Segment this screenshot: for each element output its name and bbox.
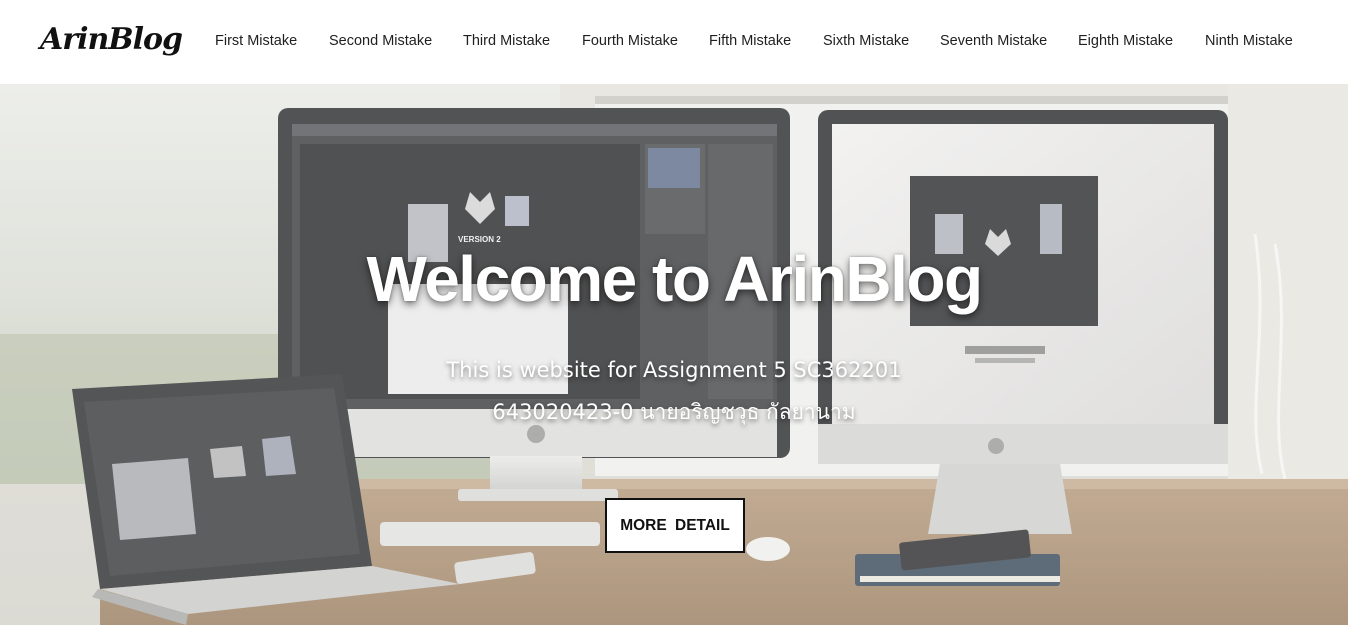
hero-section: VERSION 2 Welcome to ArinBlog This is we… xyxy=(0,84,1348,625)
hero-subtitle-line2: 643020423-0 นายอริญชวุธ กัลยานาม xyxy=(492,400,856,424)
nav-item-seventh-mistake[interactable]: Seventh Mistake xyxy=(940,33,1047,49)
nav-item-first-mistake[interactable]: First Mistake xyxy=(215,33,297,49)
main-nav: First Mistake Second Mistake Third Mista… xyxy=(0,33,1348,53)
nav-item-third-mistake[interactable]: Third Mistake xyxy=(463,33,550,49)
hero-title: Welcome to ArinBlog xyxy=(366,243,983,315)
more-detail-button[interactable]: MORE DETAIL xyxy=(605,498,745,553)
hero-subtitle-line1: This is website for Assignment 5 SC36220… xyxy=(446,358,902,382)
nav-item-ninth-mistake[interactable]: Ninth Mistake xyxy=(1205,33,1293,49)
nav-item-fifth-mistake[interactable]: Fifth Mistake xyxy=(709,33,791,49)
site-header: ArinBlog First Mistake Second Mistake Th… xyxy=(0,0,1348,84)
nav-item-sixth-mistake[interactable]: Sixth Mistake xyxy=(823,33,909,49)
nav-item-second-mistake[interactable]: Second Mistake xyxy=(329,33,432,49)
nav-item-eighth-mistake[interactable]: Eighth Mistake xyxy=(1078,33,1173,49)
nav-item-fourth-mistake[interactable]: Fourth Mistake xyxy=(582,33,678,49)
